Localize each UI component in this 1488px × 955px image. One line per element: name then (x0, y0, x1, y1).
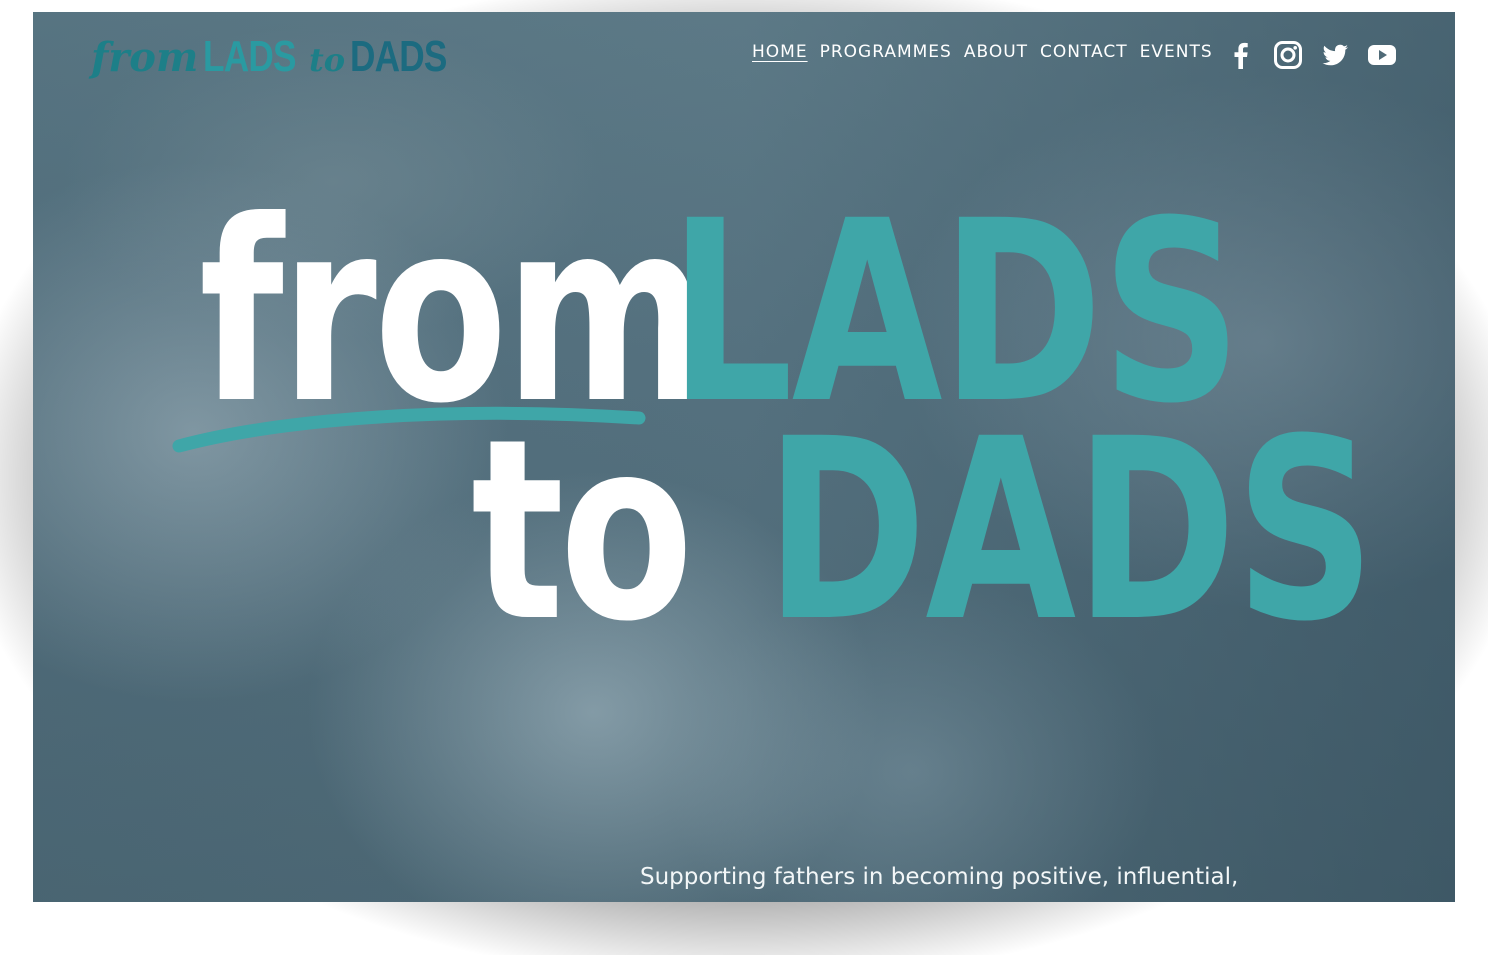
instagram-icon[interactable] (1273, 40, 1303, 70)
nav-programmes[interactable]: PROGRAMMES (820, 42, 952, 62)
hero-tagline: Supporting fathers in becoming positive,… (640, 864, 1239, 902)
main-nav: HOME PROGRAMMES ABOUT CONTACT EVENTS (752, 42, 1213, 62)
site-logo[interactable]: from LADS to DADS (91, 32, 470, 82)
logo-word-lads: LADS (202, 32, 296, 81)
twitter-icon[interactable] (1320, 40, 1350, 70)
browser-viewport: from LADS to DADS HOME PROGRAMMES ABOUT … (33, 12, 1455, 902)
nav-home[interactable]: HOME (752, 42, 808, 62)
nav-about[interactable]: ABOUT (964, 42, 1028, 62)
logo-word-from: from (91, 34, 199, 81)
nav-events[interactable]: EVENTS (1140, 42, 1213, 62)
youtube-icon[interactable] (1367, 40, 1397, 70)
facebook-icon[interactable] (1226, 40, 1256, 70)
hero-word-dads: DADS (765, 385, 1375, 676)
social-links (1226, 40, 1397, 70)
logo-word-to: to (308, 41, 346, 79)
nav-contact[interactable]: CONTACT (1040, 42, 1128, 62)
hero-word-to: to (471, 385, 694, 676)
logo-word-dads: DADS (349, 32, 447, 81)
